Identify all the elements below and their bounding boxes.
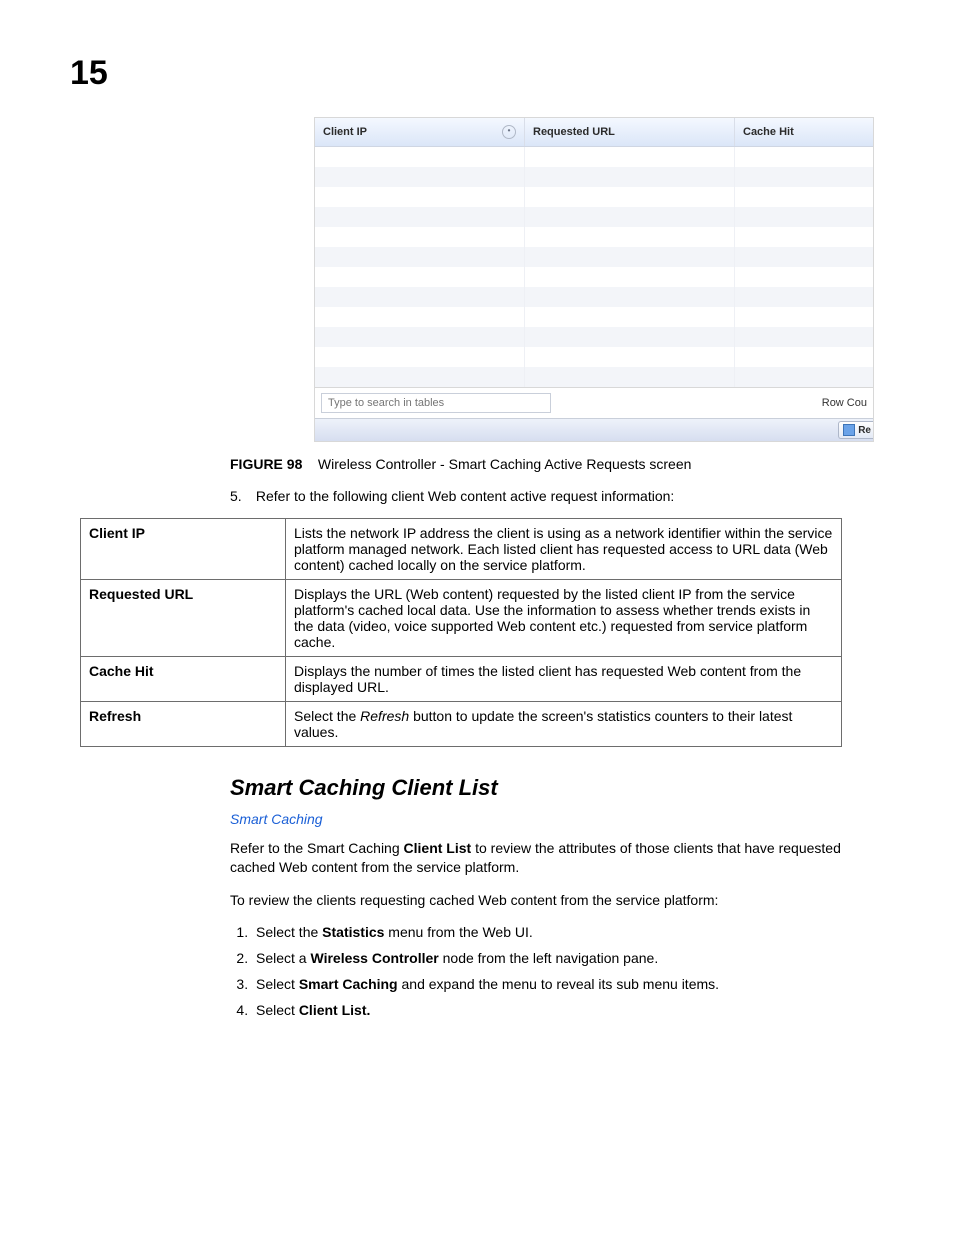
column-label: Cache Hit — [743, 126, 794, 138]
text: Select — [256, 1002, 299, 1018]
refresh-button[interactable]: Re — [838, 421, 873, 439]
table-row — [315, 147, 873, 167]
column-header-requested-url[interactable]: Requested URL — [525, 118, 735, 146]
info-value: Displays the number of times the listed … — [286, 657, 842, 702]
table-row — [315, 247, 873, 267]
table-row — [315, 227, 873, 247]
text: menu from the Web UI. — [384, 924, 532, 940]
text: Select the — [256, 924, 322, 940]
text: node from the left navigation pane. — [439, 950, 658, 966]
list-item: Select the Statistics menu from the Web … — [252, 924, 884, 940]
column-header-client-ip[interactable]: Client IP • — [315, 118, 525, 146]
figure-label: FIGURE 98 — [230, 456, 302, 472]
bold-text: Wireless Controller — [310, 950, 438, 966]
paragraph: To review the clients requesting cached … — [230, 891, 884, 910]
bold-text: Statistics — [322, 924, 384, 940]
table-row — [315, 267, 873, 287]
info-value: Select the Refresh button to update the … — [286, 702, 842, 747]
figure-caption: FIGURE 98 Wireless Controller - Smart Ca… — [230, 456, 884, 472]
paragraph: Refer to the Smart Caching Client List t… — [230, 839, 884, 877]
info-key: Requested URL — [81, 580, 286, 657]
figure-caption-text: Wireless Controller - Smart Caching Acti… — [318, 456, 691, 472]
bold-text: Client List — [404, 840, 472, 856]
info-table: Client IP Lists the network IP address t… — [80, 518, 842, 747]
sort-indicator-icon[interactable]: • — [502, 125, 516, 139]
steps-list: Select the Statistics menu from the Web … — [230, 924, 884, 1018]
text: Refer to the Smart Caching — [230, 840, 404, 856]
bold-text: Smart Caching — [299, 976, 398, 992]
table-row — [315, 367, 873, 387]
italic-text: Refresh — [360, 708, 409, 724]
section-subcategory-link[interactable]: Smart Caching — [230, 811, 884, 827]
table-search-input[interactable] — [321, 393, 551, 413]
text: Select a — [256, 950, 310, 966]
screenshot-table-header: Client IP • Requested URL Cache Hit — [315, 118, 873, 147]
table-row — [315, 327, 873, 347]
chapter-number: 15 — [70, 54, 884, 93]
screenshot-footer: Row Cou — [315, 387, 873, 418]
table-row — [315, 187, 873, 207]
list-item: Select Client List. — [252, 1002, 884, 1018]
info-row: Client IP Lists the network IP address t… — [81, 519, 842, 580]
row-count-label: Row Cou — [822, 397, 867, 409]
table-row — [315, 307, 873, 327]
list-item: Select Smart Caching and expand the menu… — [252, 976, 884, 992]
info-key: Refresh — [81, 702, 286, 747]
refresh-icon — [843, 424, 855, 436]
info-row: Requested URL Displays the URL (Web cont… — [81, 580, 842, 657]
lead-in-line: 5. Refer to the following client Web con… — [230, 488, 884, 504]
text: Select — [256, 976, 299, 992]
table-row — [315, 287, 873, 307]
column-header-cache-hit[interactable]: Cache Hit — [735, 118, 873, 146]
column-label: Requested URL — [533, 126, 615, 138]
section-heading: Smart Caching Client List — [230, 775, 884, 801]
text: Select the — [294, 708, 360, 724]
table-row — [315, 167, 873, 187]
info-key: Client IP — [81, 519, 286, 580]
refresh-button-label: Re — [858, 425, 871, 436]
info-row: Refresh Select the Refresh button to upd… — [81, 702, 842, 747]
screenshot-button-bar: Re — [315, 418, 873, 441]
bold-text: Client List. — [299, 1002, 371, 1018]
screenshot-table-body — [315, 147, 873, 387]
info-value: Displays the URL (Web content) requested… — [286, 580, 842, 657]
text: and expand the menu to reveal its sub me… — [398, 976, 719, 992]
info-row: Cache Hit Displays the number of times t… — [81, 657, 842, 702]
info-value: Lists the network IP address the client … — [286, 519, 842, 580]
lead-in-text: Refer to the following client Web conten… — [256, 488, 674, 504]
screenshot-figure: Client IP • Requested URL Cache Hit — [314, 117, 874, 442]
list-item: Select a Wireless Controller node from t… — [252, 950, 884, 966]
table-row — [315, 207, 873, 227]
info-key: Cache Hit — [81, 657, 286, 702]
column-label: Client IP — [323, 126, 367, 138]
table-row — [315, 347, 873, 367]
step-number: 5. — [230, 488, 252, 504]
